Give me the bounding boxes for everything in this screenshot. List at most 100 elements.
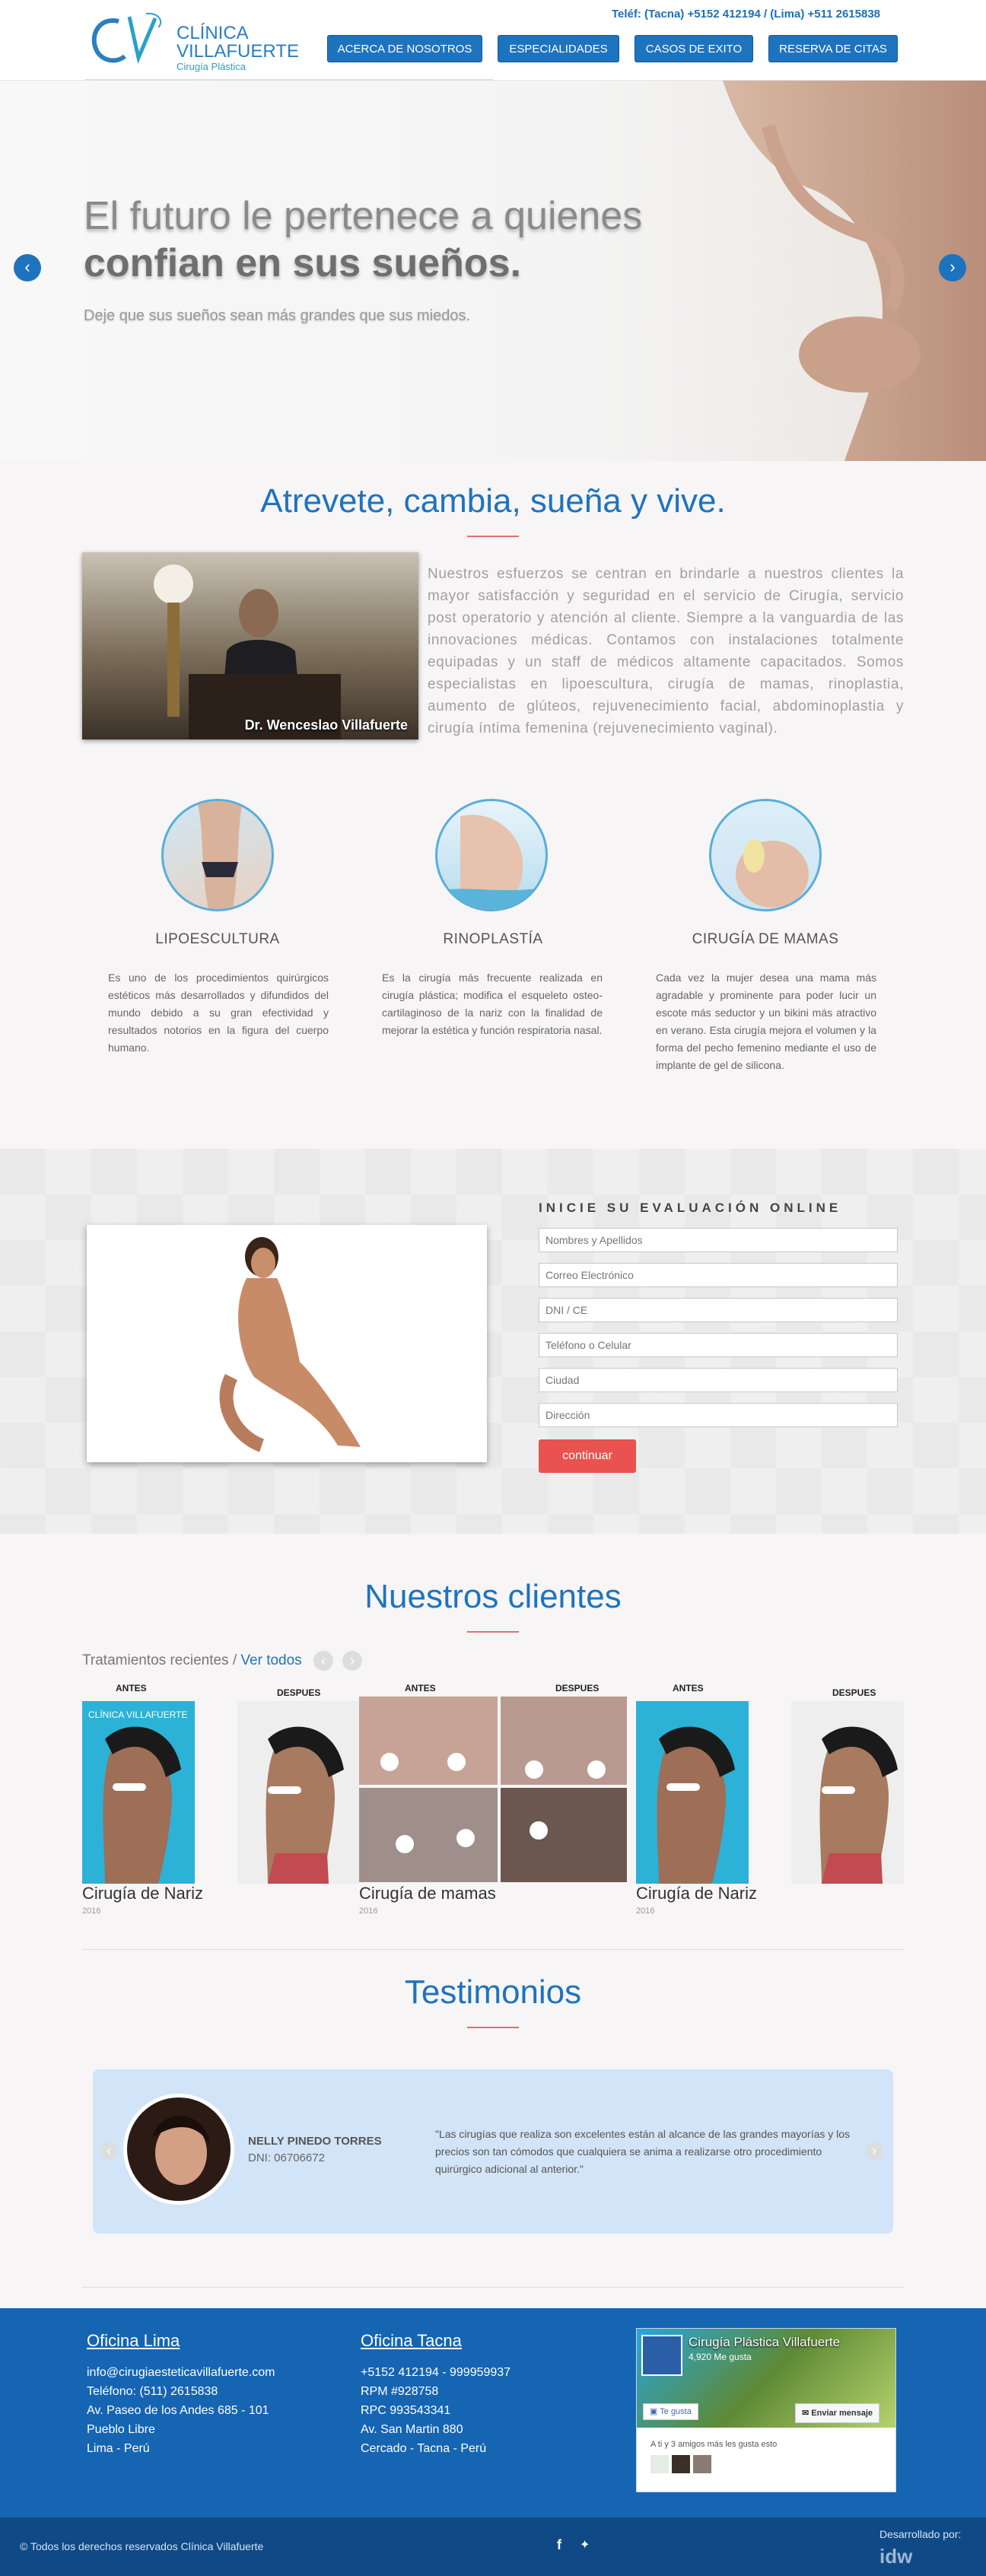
view-all-link[interactable]: Ver todos <box>240 1652 301 1668</box>
header-phone: Teléf: (Tacna) +5152 412194 / (Lima) +51… <box>612 8 880 21</box>
lima-phone: Teléfono: (511) 2615838 <box>87 2385 218 2398</box>
service-title-breast[interactable]: CIRUGÍA DE MAMAS <box>651 931 879 948</box>
logo-subtitle: Cirugía Plástica <box>177 61 247 72</box>
tacna-city: Cercado - Tacna - Perú <box>361 2442 487 2455</box>
lima-email[interactable]: info@cirugiaesteticavillafuerte.com <box>87 2363 275 2382</box>
case-card[interactable]: ANTES DESPUES CLÍNICA VILLAFUERTE Cirugí… <box>82 1683 359 1916</box>
bottom-bar: © Todos los derechos reservados Clínica … <box>0 2517 986 2576</box>
fb-like-icon: ▣ <box>650 2407 660 2416</box>
testimonial-card: ‹ › NELLY PINEDO TORRES DNI: 06706672 "L… <box>93 2069 893 2234</box>
facebook-icon[interactable]: f <box>557 2537 561 2553</box>
service-text-breast: Cada vez la mujer desea una mama más agr… <box>656 972 876 1071</box>
recent-treatments: Tratamientos recientes / Ver todos <box>82 1652 302 1668</box>
title-underline <box>467 536 519 537</box>
liposculpture-image[interactable] <box>161 799 274 911</box>
fb-friend-avatar[interactable] <box>672 2455 690 2473</box>
hero-tagline: Deje que sus sueños sean más grandes que… <box>84 307 471 324</box>
case-year: 2016 <box>359 1907 378 1916</box>
divider <box>82 1949 904 1950</box>
testimonial-name: NELLY PINEDO TORRES <box>248 2135 382 2148</box>
chevron-right-icon[interactable]: › <box>939 254 966 281</box>
nav-about[interactable]: ACERCA DE NOSOTROS <box>327 35 482 62</box>
fb-like-button[interactable]: ▣ Te gusta <box>643 2403 698 2420</box>
service-text-liposculpture: Es uno de los procedimientos quirúrgicos… <box>108 972 329 1054</box>
city-field[interactable] <box>539 1368 898 1392</box>
tacna-title: Oficina Tacna <box>361 2331 462 2350</box>
fb-friend-avatar[interactable] <box>693 2455 711 2473</box>
name-field[interactable] <box>539 1228 898 1252</box>
title-underline <box>467 1631 519 1633</box>
service-title-rhinoplasty[interactable]: RINOPLASTÍA <box>379 931 607 948</box>
testimonial-dni: DNI: 06706672 <box>248 2151 325 2164</box>
continue-button[interactable]: continuar <box>539 1439 636 1473</box>
chevron-left-icon[interactable]: ‹ <box>100 2142 117 2159</box>
case-year: 2016 <box>82 1907 101 1916</box>
case-card[interactable]: ANTES DESPUES Cirugía de mamas 2016 <box>359 1683 627 1916</box>
developer-logo[interactable]: idw <box>879 2545 912 2568</box>
messenger-icon: ✉ <box>802 2409 812 2418</box>
address-field[interactable] <box>539 1403 898 1427</box>
fb-page-name[interactable]: Cirugía Plástica Villafuerte <box>689 2335 840 2350</box>
copyright: © Todos los derechos reservados Clínica … <box>20 2540 264 2552</box>
title-underline <box>467 2027 519 2028</box>
twitter-icon[interactable]: ✦ <box>580 2537 590 2552</box>
doctor-caption: Dr. Wenceslao Villafuerte <box>244 717 408 733</box>
nav-appointments[interactable]: RESERVA DE CITAS <box>768 35 898 62</box>
clients-title: Nuestros clientes <box>364 1578 622 1615</box>
clinic-logo[interactable] <box>85 11 167 72</box>
avatar <box>123 2094 234 2205</box>
after-photo <box>237 1701 359 1884</box>
after-photo <box>791 1701 904 1884</box>
tacna-rpc: RPC 993543341 <box>361 2404 451 2417</box>
hero-headline-bold: confian en sus sueños. <box>84 241 522 285</box>
rhinoplasty-image[interactable] <box>435 799 548 911</box>
facebook-widget[interactable]: Cirugía Plástica Villafuerte 4,920 Me gu… <box>636 2328 896 2492</box>
before-photo: CLÍNICA VILLAFUERTE <box>82 1701 195 1884</box>
doctor-photo: Dr. Wenceslao Villafuerte <box>82 552 418 739</box>
case-title[interactable]: Cirugía de Nariz <box>636 1884 757 1903</box>
chevron-left-icon[interactable]: ‹ <box>313 1651 333 1671</box>
chevron-right-icon[interactable]: › <box>342 1651 362 1671</box>
service-title-liposculpture[interactable]: LIPOESCULTURA <box>103 931 332 948</box>
fb-friend-avatar[interactable] <box>650 2455 669 2473</box>
logo-title: CLÍNICA VILLAFUERTE <box>177 23 299 62</box>
lima-district: Pueblo Libre <box>87 2423 155 2436</box>
case-card[interactable]: ANTES DESPUES Cirugía de Nariz 2016 <box>636 1683 904 1916</box>
chevron-right-icon[interactable]: › <box>866 2142 883 2159</box>
lima-address: Av. Paseo de los Andes 685 - 101 <box>87 2404 269 2417</box>
chevron-left-icon[interactable]: ‹ <box>14 254 41 281</box>
breast-surgery-image[interactable] <box>709 799 822 911</box>
hero-image <box>723 81 986 461</box>
testimonials-title: Testimonios <box>404 1973 582 2011</box>
nav-success-cases[interactable]: CASOS DE EXITO <box>635 35 753 62</box>
before-photo <box>636 1701 749 1884</box>
breast-before-after-photos <box>359 1697 627 1882</box>
tacna-address: Av. San Martin 880 <box>361 2423 463 2436</box>
site-header: CLÍNICA VILLAFUERTE Cirugía Plástica Tel… <box>0 0 986 82</box>
developer-label: Desarrollado por: <box>879 2528 962 2540</box>
lima-city: Lima - Perú <box>87 2442 150 2455</box>
testimonial-quote: "Las cirugías que realiza son excelentes… <box>435 2128 851 2175</box>
dni-field[interactable] <box>539 1298 898 1322</box>
case-title[interactable]: Cirugía de Nariz <box>82 1884 203 1903</box>
service-text-rhinoplasty: Es la cirugía más frecuente realizada en… <box>382 972 603 1036</box>
case-title[interactable]: Cirugía de mamas <box>359 1884 496 1903</box>
hero-slider: El futuro le pertenece a quienes confian… <box>0 81 986 461</box>
fb-page-logo <box>641 2335 682 2376</box>
svg-text:CLÍNICA VILLAFUERTE: CLÍNICA VILLAFUERTE <box>88 1709 188 1720</box>
divider <box>82 2287 904 2288</box>
nav-specialties[interactable]: ESPECIALIDADES <box>498 35 619 62</box>
about-title: Atrevete, cambia, sueña y vive. <box>260 482 726 520</box>
form-title: INICIE SU EVALUACIÓN ONLINE <box>539 1201 842 1215</box>
tacna-phone: +5152 412194 - 999959937 <box>361 2366 511 2379</box>
phone-field[interactable] <box>539 1333 898 1357</box>
fb-message-button[interactable]: ✉ Enviar mensaje <box>795 2403 879 2423</box>
about-text: Nuestros esfuerzos se centran en brindar… <box>428 566 904 736</box>
fb-friends-text: A ti y 3 amigos más les gusta esto <box>650 2440 778 2449</box>
email-field[interactable] <box>539 1263 898 1287</box>
hero-headline: El futuro le pertenece a quienes <box>84 194 643 238</box>
case-year: 2016 <box>636 1907 655 1916</box>
fb-likes: 4,920 Me gusta <box>689 2352 752 2362</box>
lima-title: Oficina Lima <box>87 2331 180 2350</box>
tacna-rpm: RPM #928758 <box>361 2385 439 2398</box>
